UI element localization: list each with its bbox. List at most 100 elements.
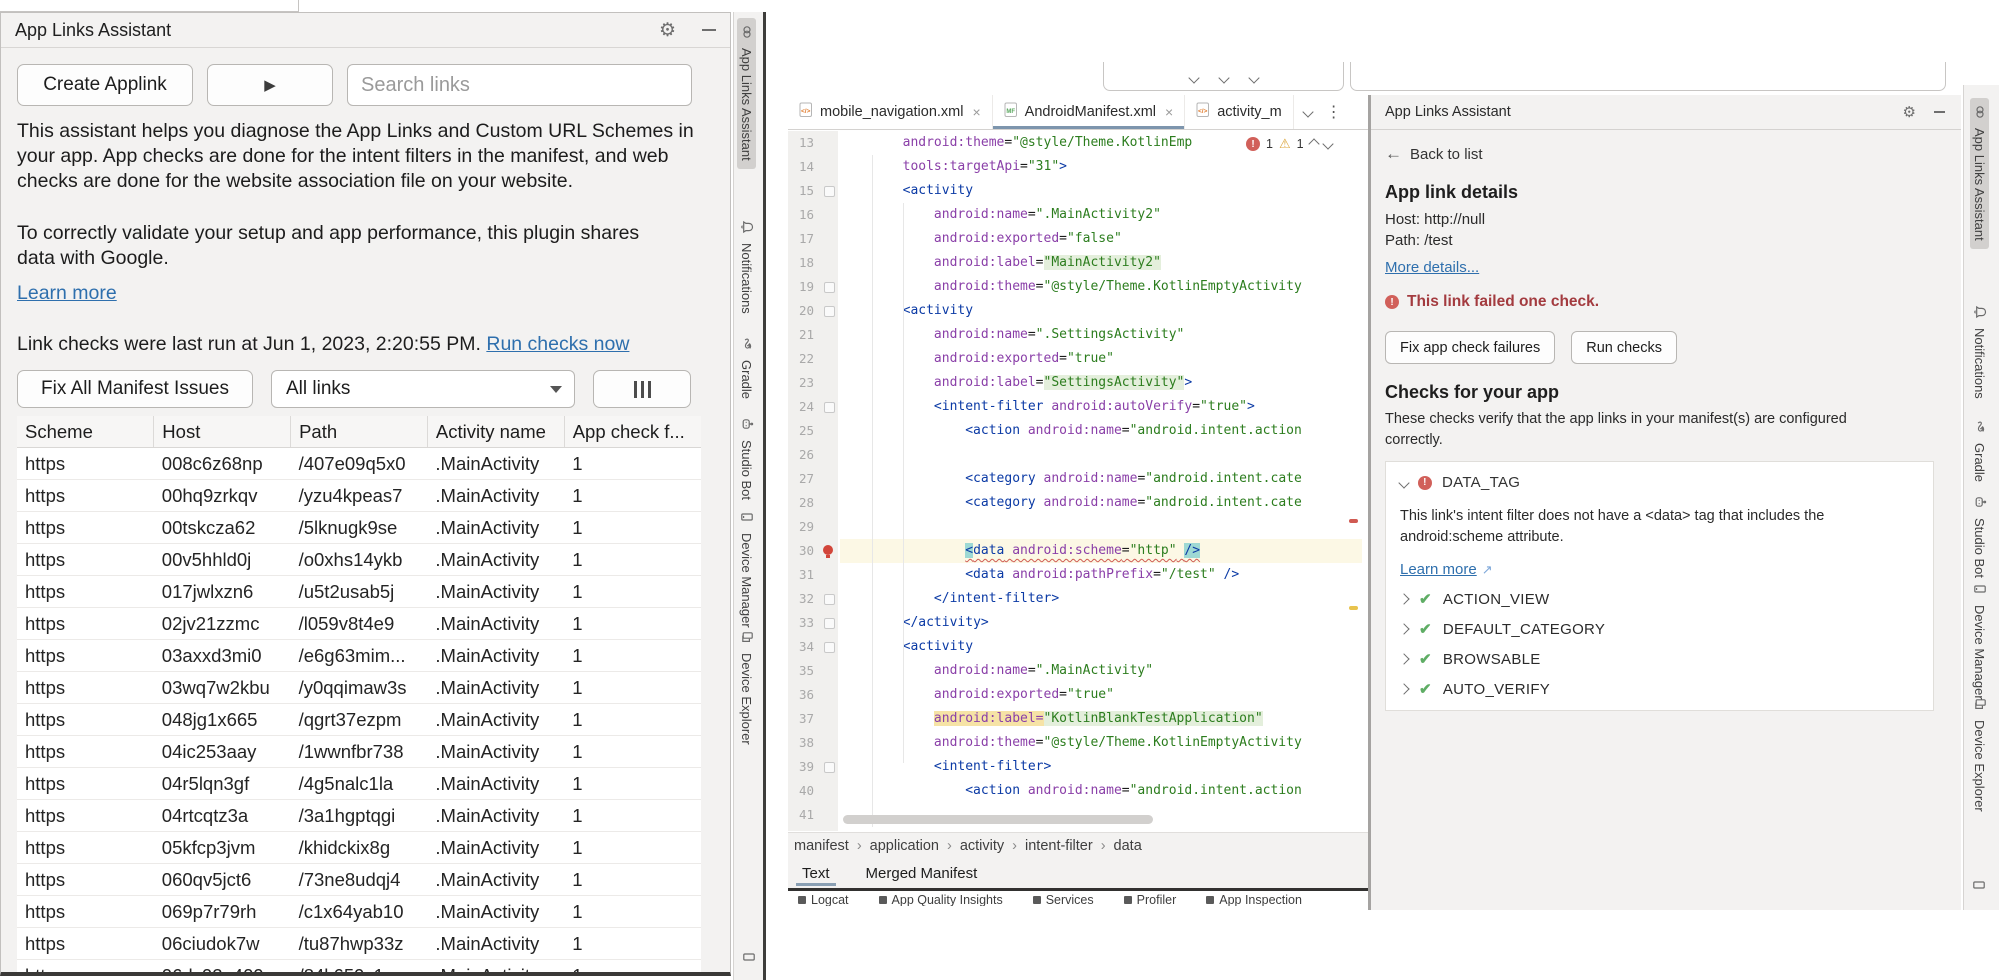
- code-line[interactable]: 37 android:label="KotlinBlankTestApplica…: [788, 707, 1362, 731]
- column-header-activity-name[interactable]: Activity name: [427, 416, 564, 448]
- code-line[interactable]: 31 <data android:pathPrefix="/test" />: [788, 563, 1362, 587]
- tool-tab-gradle[interactable]: Gradle: [737, 330, 756, 407]
- table-row[interactable]: https06dv02o409/84k659v1sp.MainActivity1: [17, 960, 701, 977]
- code-line[interactable]: 18 android:label="MainActivity2": [788, 251, 1362, 275]
- breadcrumb-intent-filter[interactable]: intent-filter: [1025, 838, 1093, 854]
- code-line[interactable]: 23 android:label="SettingsActivity">: [788, 371, 1362, 395]
- back-to-list-link[interactable]: ← Back to list: [1385, 144, 1945, 164]
- code-line[interactable]: 32 </intent-filter>: [788, 587, 1362, 611]
- code-line[interactable]: 17 android:exported="false": [788, 227, 1362, 251]
- fold-marker-icon[interactable]: [824, 306, 835, 317]
- tool-button-profiler[interactable]: Profiler: [1124, 893, 1177, 906]
- table-row[interactable]: https06ciudok7w/tu87hwp33z.MainActivity1: [17, 928, 701, 960]
- learn-more-link[interactable]: Learn more: [17, 282, 117, 305]
- table-row[interactable]: https00tskcza62/5lknugk9se.MainActivity1: [17, 512, 701, 544]
- close-icon[interactable]: ×: [1165, 104, 1173, 120]
- table-row[interactable]: https017jwlxzn6/u5t2usab5j.MainActivity1: [17, 576, 701, 608]
- tool-tab-device-explorer[interactable]: Device Explorer: [1970, 690, 1989, 820]
- fold-marker-icon[interactable]: [824, 642, 835, 653]
- bottom-tab-text[interactable]: Text: [802, 858, 830, 888]
- code-line[interactable]: 36 android:exported="true": [788, 683, 1362, 707]
- code-line[interactable]: 25 <action android:name="android.intent.…: [788, 419, 1362, 443]
- code-line[interactable]: 30 <data android:scheme="http" />: [788, 539, 1362, 563]
- column-header-path[interactable]: Path: [291, 416, 428, 448]
- code-line[interactable]: 22 android:exported="true": [788, 347, 1362, 371]
- check-item-data-tag[interactable]: ! DATA_TAG: [1400, 474, 1919, 491]
- table-row[interactable]: https060qv5jct6/73ne8udqj4.MainActivity1: [17, 864, 701, 896]
- next-issue-icon[interactable]: [1322, 138, 1333, 149]
- check-item-default-category[interactable]: ✔DEFAULT_CATEGORY: [1400, 620, 1919, 638]
- tool-tab-gradle[interactable]: Gradle: [1970, 413, 1989, 490]
- table-row[interactable]: https00hq9zrkqv/yzu4kpeas7.MainActivity1: [17, 480, 701, 512]
- code-line[interactable]: 28 <category android:name="android.inten…: [788, 491, 1362, 515]
- tab-androidmanifest-xml[interactable]: MFAndroidManifest.xml×: [993, 95, 1186, 129]
- table-row[interactable]: https069p7r79rh/c1x64yab10.MainActivity1: [17, 896, 701, 928]
- create-applink-button[interactable]: Create Applink: [17, 64, 193, 106]
- tab-mobile-navigation-xml[interactable]: </>mobile_navigation.xml×: [788, 95, 993, 129]
- breadcrumb-activity[interactable]: activity: [960, 838, 1004, 854]
- run-button[interactable]: ▶: [207, 64, 333, 106]
- code-line[interactable]: 19 android:theme="@style/Theme.KotlinEmp…: [788, 275, 1362, 299]
- table-row[interactable]: https03axxd3mi0/e6g63mim....MainActivity…: [17, 640, 701, 672]
- tool-tab-notifications[interactable]: Notifications: [737, 213, 756, 322]
- table-row[interactable]: https00v5hhld0j/o0xhs14ykb.MainActivity1: [17, 544, 701, 576]
- code-line[interactable]: 39 <intent-filter>: [788, 755, 1362, 779]
- tool-button-logcat[interactable]: Logcat: [798, 893, 849, 906]
- tool-tab-studio-bot[interactable]: Studio Bot: [1970, 488, 1989, 586]
- check-item-auto-verify[interactable]: ✔AUTO_VERIFY: [1400, 680, 1919, 698]
- tool-tab-studio-bot[interactable]: Studio Bot: [737, 410, 756, 508]
- table-row[interactable]: https048jg1x665/qgrt37ezpm.MainActivity1: [17, 704, 701, 736]
- search-input[interactable]: [347, 64, 692, 106]
- check-item-browsable[interactable]: ✔BROWSABLE: [1400, 650, 1919, 668]
- table-row[interactable]: https04rtcqtz3a/3a1hgptqgi.MainActivity1: [17, 800, 701, 832]
- column-header-scheme[interactable]: Scheme: [17, 416, 154, 448]
- tool-tab-device-manager[interactable]: Device Manager: [1970, 575, 1989, 708]
- previous-issue-icon[interactable]: [1308, 138, 1319, 149]
- breadcrumb-manifest[interactable]: manifest: [794, 838, 849, 854]
- more-details-link[interactable]: More details...: [1385, 259, 1479, 276]
- column-header-app-check-f[interactable]: App check f...: [564, 416, 701, 448]
- bottom-tab-merged-manifest[interactable]: Merged Manifest: [866, 858, 978, 888]
- table-row[interactable]: https03wq7w2kbu/y0qqimaw3s.MainActivity1: [17, 672, 701, 704]
- tabs-dropdown-icon[interactable]: [1302, 106, 1313, 117]
- close-icon[interactable]: ×: [972, 104, 980, 120]
- fold-marker-icon[interactable]: [824, 186, 835, 197]
- links-filter-dropdown[interactable]: All links: [271, 370, 575, 408]
- more-options-icon[interactable]: ⋮: [1326, 102, 1342, 122]
- gear-icon[interactable]: ⚙: [659, 19, 676, 42]
- tool-button-services[interactable]: Services: [1033, 893, 1094, 906]
- code-line[interactable]: 27 <category android:name="android.inten…: [788, 467, 1362, 491]
- quickfix-bulb-icon[interactable]: [823, 545, 833, 555]
- minimize-icon[interactable]: [702, 29, 716, 31]
- code-line[interactable]: 38 android:theme="@style/Theme.KotlinEmp…: [788, 731, 1362, 755]
- breadcrumb-data[interactable]: data: [1114, 838, 1142, 854]
- code-line[interactable]: 14 tools:targetApi="31">: [788, 155, 1362, 179]
- code-line[interactable]: 26: [788, 443, 1362, 467]
- table-row[interactable]: https04r5lqn3gf/4g5nalc1la.MainActivity1: [17, 768, 701, 800]
- code-line[interactable]: 24 <intent-filter android:autoVerify="tr…: [788, 395, 1362, 419]
- horizontal-scrollbar[interactable]: [843, 815, 1153, 824]
- minimize-icon[interactable]: [1934, 111, 1945, 113]
- code-line[interactable]: 34 <activity: [788, 635, 1362, 659]
- tool-tab-notifications[interactable]: Notifications: [1970, 298, 1989, 407]
- table-row[interactable]: https05kfcp3jvm/khidckix8g.MainActivity1: [17, 832, 701, 864]
- error-stripe-mark[interactable]: [1349, 519, 1358, 523]
- check-item-action-view[interactable]: ✔ACTION_VIEW: [1400, 590, 1919, 608]
- table-row[interactable]: https008c6z68np/407e09q5x0.MainActivity1: [17, 448, 701, 480]
- code-line[interactable]: 21 android:name=".SettingsActivity": [788, 323, 1362, 347]
- gear-icon[interactable]: ⚙: [1903, 103, 1916, 121]
- table-row[interactable]: https04ic253aay/1wwnfbr738.MainActivity1: [17, 736, 701, 768]
- fix-all-manifest-issues-button[interactable]: Fix All Manifest Issues: [17, 370, 253, 408]
- tool-tab-device-manager[interactable]: Device Manager: [737, 503, 756, 636]
- fix-app-check-failures-button[interactable]: Fix app check failures: [1385, 331, 1555, 364]
- code-line[interactable]: 20 <activity: [788, 299, 1362, 323]
- code-line[interactable]: 16 android:name=".MainActivity2": [788, 203, 1362, 227]
- tool-tab-app-links-assistant[interactable]: App Links Assistant: [1970, 98, 1989, 249]
- code-line[interactable]: 33 </activity>: [788, 611, 1362, 635]
- table-row[interactable]: https02jv21zzmc/l059v8t4e9.MainActivity1: [17, 608, 701, 640]
- learn-more-link[interactable]: Learn more: [1400, 561, 1477, 578]
- warning-stripe-mark[interactable]: [1349, 606, 1358, 610]
- fold-marker-icon[interactable]: [824, 762, 835, 773]
- breadcrumb-application[interactable]: application: [870, 838, 939, 854]
- fold-marker-icon[interactable]: [824, 402, 835, 413]
